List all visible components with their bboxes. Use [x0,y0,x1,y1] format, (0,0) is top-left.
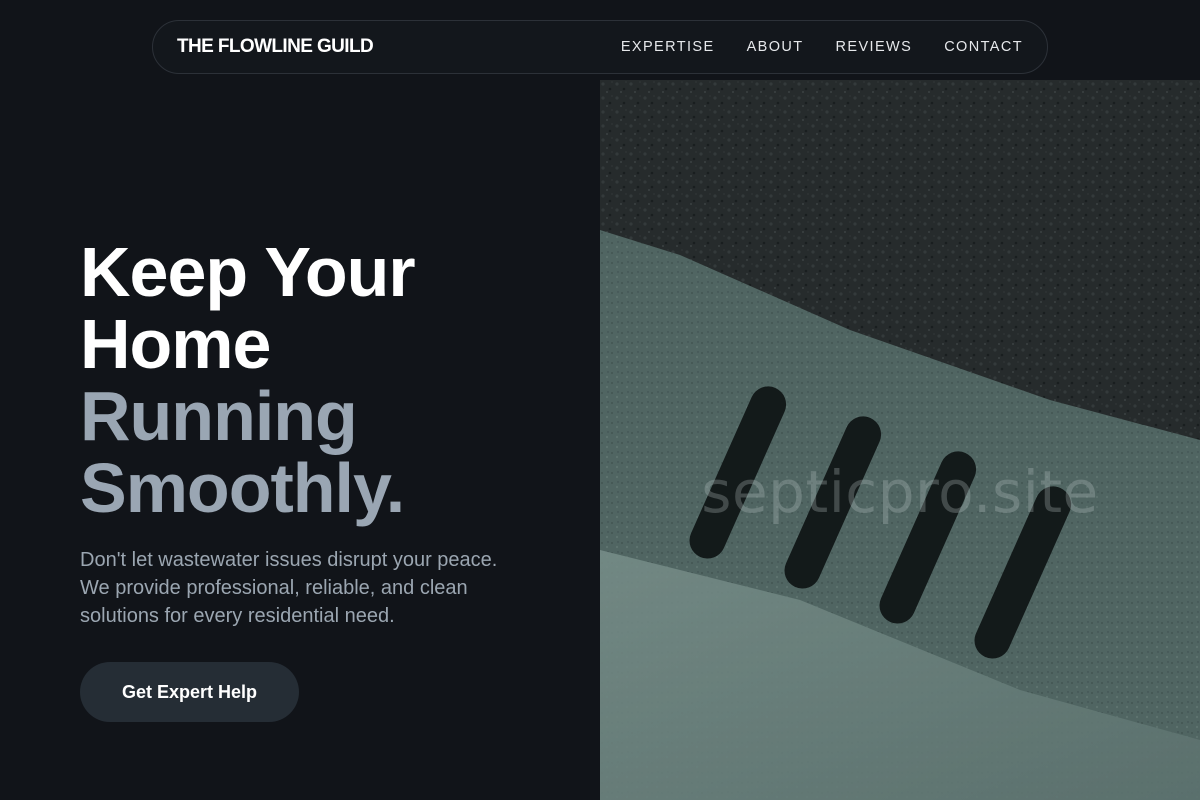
storm-drain-illustration [600,80,1200,800]
headline-line-4: Smoothly. [80,449,405,527]
hero-image-storm-drain: septicpro.site [600,80,1200,800]
headline-line-3: Running [80,377,358,455]
watermark-text: septicpro.site [701,458,1099,526]
hero-description: Don't let wastewater issues disrupt your… [80,549,498,627]
nav-link-contact[interactable]: CONTACT [944,39,1023,55]
hero-section: Keep Your Home Running Smoothly. Don't l… [80,236,580,722]
nav-link-about[interactable]: ABOUT [747,39,804,55]
nav-links: EXPERTISE ABOUT REVIEWS CONTACT [621,39,1023,55]
nav-link-expertise[interactable]: EXPERTISE [621,39,715,55]
site-header: THE FLOWLINE GUILD EXPERTISE ABOUT REVIE… [152,20,1048,74]
headline-line-1: Keep Your [80,233,416,311]
headline-line-2: Home [80,305,271,383]
get-expert-help-button[interactable]: Get Expert Help [80,662,299,722]
brand-logo[interactable]: THE FLOWLINE GUILD [177,36,374,58]
hero-headline: Keep Your Home Running Smoothly. [80,236,580,524]
nav-link-reviews[interactable]: REVIEWS [836,39,913,55]
